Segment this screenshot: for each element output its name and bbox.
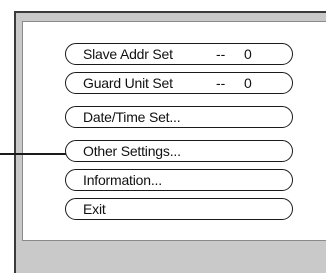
pointer-line xyxy=(0,153,68,155)
menu-item-guard-unit-set[interactable]: Guard Unit Set -- 0 xyxy=(65,72,293,94)
status-strip xyxy=(16,241,326,273)
menu-item-label: Slave Addr Set xyxy=(83,46,173,62)
menu-item-date-time-set[interactable]: Date/Time Set... xyxy=(65,106,293,128)
menu-item-separator: -- xyxy=(216,46,226,62)
menu-item-label: Exit xyxy=(83,201,106,217)
menu-item-label: Information... xyxy=(83,172,162,188)
slave-addr-value: 0 xyxy=(244,46,252,62)
menu-item-label: Other Settings... xyxy=(83,143,181,159)
menu-item-other-settings[interactable]: Other Settings... xyxy=(65,140,293,162)
menu-item-exit[interactable]: Exit xyxy=(65,198,293,220)
menu-item-information[interactable]: Information... xyxy=(65,169,293,191)
device-display: Slave Addr Set -- 0 Guard Unit Set -- 0 … xyxy=(0,0,326,275)
guard-unit-value: 0 xyxy=(244,75,252,91)
menu-item-slave-addr-set[interactable]: Slave Addr Set -- 0 xyxy=(65,43,293,65)
menu-item-label: Guard Unit Set xyxy=(83,75,173,91)
menu-item-label: Date/Time Set... xyxy=(83,109,181,125)
menu-item-separator: -- xyxy=(216,75,226,91)
